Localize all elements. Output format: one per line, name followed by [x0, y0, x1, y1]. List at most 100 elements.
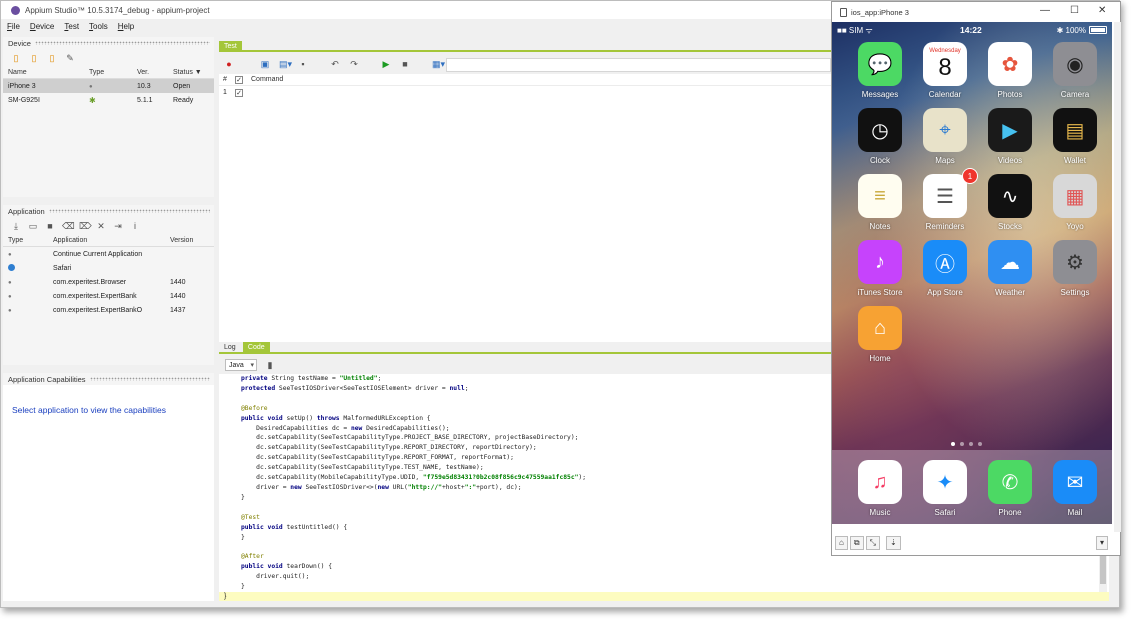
- menu-device[interactable]: Device: [30, 22, 54, 31]
- dock-mail[interactable]: ✉ Mail: [1048, 460, 1102, 517]
- language-select[interactable]: Java: [225, 359, 257, 371]
- app-wallet[interactable]: ▤ Wallet: [1048, 108, 1102, 165]
- app-reminders[interactable]: ☰ 1 Reminders: [918, 168, 978, 231]
- tab-test[interactable]: Test: [219, 41, 242, 52]
- app-calendar[interactable]: Wednesday 8 Calendar: [918, 42, 972, 99]
- app-label: Messages: [861, 90, 899, 99]
- capabilities-panel-title: Application Capabilities: [8, 374, 86, 384]
- home-button-icon[interactable]: ⌂: [835, 536, 848, 550]
- phone-screen[interactable]: ■■ SIM ᯤ 14:22 ✱ 100% ♫ Music ✦ Safari ✆ Phon…: [832, 22, 1112, 524]
- remove-icon[interactable]: ✕: [96, 221, 106, 231]
- app-yoyo[interactable]: ▦ Yoyo: [1048, 174, 1102, 231]
- app-app-store[interactable]: Ⓐ App Store: [918, 240, 972, 297]
- table-row[interactable]: ● Continue Current Application: [3, 247, 214, 261]
- col-version[interactable]: Version: [166, 237, 214, 244]
- app-home[interactable]: ⌂ Home: [853, 306, 907, 363]
- clock-icon: ◷: [858, 108, 902, 152]
- table-row[interactable]: ● com.experitest.ExpertBankO 1437: [3, 303, 214, 317]
- close-icon[interactable]: ✕: [1098, 5, 1106, 16]
- open-device-icon[interactable]: ▯: [29, 53, 39, 63]
- app-camera[interactable]: ◉ Camera: [1048, 42, 1102, 99]
- menu-tools[interactable]: Tools: [89, 22, 108, 31]
- phone-menu-dropdown[interactable]: ▾: [1095, 536, 1108, 550]
- release-device-icon[interactable]: ▯: [47, 53, 57, 63]
- app-clock[interactable]: ◷ Clock: [853, 108, 907, 165]
- edit-device-icon[interactable]: ✎: [65, 53, 75, 63]
- code-line: driver.quit();: [241, 573, 310, 581]
- phone-window-title: ios_app:iPhone 3: [851, 7, 909, 17]
- table-row[interactable]: iPhone 3 ● 10.3 Open: [3, 79, 214, 93]
- app-itunes-store[interactable]: ♪ iTunes Store: [853, 240, 907, 297]
- app-maps[interactable]: ⌖ Maps: [918, 108, 972, 165]
- new-step-icon[interactable]: ▣: [260, 59, 270, 69]
- safari-icon: [8, 263, 15, 271]
- app-photos[interactable]: ✿ Photos: [983, 42, 1037, 99]
- insert-step-icon[interactable]: ▤▾: [279, 59, 292, 69]
- col-application[interactable]: Application: [49, 237, 166, 244]
- application-version: 1440: [170, 292, 186, 300]
- col-version[interactable]: Ver.: [135, 69, 169, 76]
- maximize-icon[interactable]: ☐: [1070, 5, 1079, 16]
- col-type[interactable]: Type: [3, 237, 49, 244]
- dock-music[interactable]: ♫ Music: [853, 460, 907, 517]
- stop-icon[interactable]: ■: [400, 59, 410, 69]
- app-messages[interactable]: 💬 Messages: [853, 42, 907, 99]
- select-all-checkbox[interactable]: ✓: [235, 75, 243, 84]
- col-type[interactable]: Type: [85, 69, 135, 76]
- stop-icon[interactable]: ■: [45, 221, 55, 231]
- menu-help[interactable]: Help: [118, 22, 134, 31]
- application-panel: Application ⤓ ▭ ■ ⌫ ⌦ ✕ ⇥ i Type Applica…: [3, 205, 214, 365]
- app-store-icon: Ⓐ: [923, 240, 967, 284]
- app-weather[interactable]: ☁ Weather: [983, 240, 1037, 297]
- dock-phone[interactable]: ✆ Phone: [983, 460, 1037, 517]
- play-icon[interactable]: ▶: [381, 59, 391, 69]
- import-icon[interactable]: ⇥: [113, 221, 123, 231]
- rotate-icon[interactable]: ⧉: [849, 536, 864, 550]
- table-row[interactable]: ● com.experitest.Browser 1440: [3, 275, 214, 289]
- table-row[interactable]: SM-G925I ✱ 5.1.1 Ready: [3, 93, 214, 107]
- apple-icon: ●: [8, 307, 12, 314]
- code-line: }: [241, 583, 245, 591]
- uninstall-icon[interactable]: ⌦: [79, 221, 92, 231]
- table-row[interactable]: 1 ✓: [219, 86, 831, 99]
- launch-icon[interactable]: ▭: [28, 221, 38, 231]
- dock-safari[interactable]: ✦ Safari: [918, 460, 972, 517]
- menu-file[interactable]: File: [7, 22, 20, 31]
- app-label: iTunes Store: [857, 288, 903, 297]
- redo-icon[interactable]: ↷: [349, 59, 359, 69]
- menu-test[interactable]: Test: [64, 22, 79, 31]
- col-name[interactable]: Name: [3, 69, 85, 76]
- app-stocks[interactable]: ∿ Stocks: [983, 174, 1037, 231]
- test-grid: # ✓ Command 1 ✓: [219, 74, 831, 342]
- phone-scrollbar[interactable]: [1114, 22, 1121, 532]
- info-icon[interactable]: i: [130, 221, 140, 231]
- record-icon[interactable]: ●: [224, 59, 234, 69]
- app-notes[interactable]: ≡ Notes: [853, 174, 907, 231]
- app-label: Safari: [934, 508, 956, 517]
- app-label: Weather: [994, 288, 1026, 297]
- undo-icon[interactable]: ↶: [330, 59, 340, 69]
- tab-code[interactable]: Code: [242, 342, 270, 353]
- copy-icon[interactable]: ▮: [265, 360, 275, 370]
- tab-log[interactable]: Log: [219, 342, 241, 353]
- export-icon[interactable]: ▦▾: [432, 59, 445, 69]
- pin-icon[interactable]: ⇣: [885, 536, 901, 550]
- minimize-icon[interactable]: —: [1040, 5, 1050, 16]
- add-device-icon[interactable]: ▯: [11, 53, 21, 63]
- resize-icon[interactable]: ⤡: [865, 536, 880, 550]
- apple-icon: ●: [8, 251, 12, 258]
- android-icon: ✱: [89, 95, 96, 105]
- row-number: 1: [223, 89, 227, 96]
- install-icon[interactable]: ⤓: [11, 221, 21, 231]
- app-videos[interactable]: ▶ Videos: [983, 108, 1037, 165]
- row-checkbox[interactable]: ✓: [235, 88, 243, 97]
- command-input[interactable]: [446, 58, 831, 72]
- menu-bar: File Device Test Tools Help: [1, 19, 831, 33]
- col-status[interactable]: Status ▼: [169, 69, 214, 76]
- clear-data-icon[interactable]: ⌫: [62, 221, 75, 231]
- application-version: 1440: [170, 278, 186, 286]
- table-row[interactable]: Safari: [3, 261, 214, 275]
- app-settings[interactable]: ⚙ Settings: [1048, 240, 1102, 297]
- table-row[interactable]: ● com.experitest.ExpertBank 1440: [3, 289, 214, 303]
- save-icon[interactable]: ▪: [298, 59, 308, 69]
